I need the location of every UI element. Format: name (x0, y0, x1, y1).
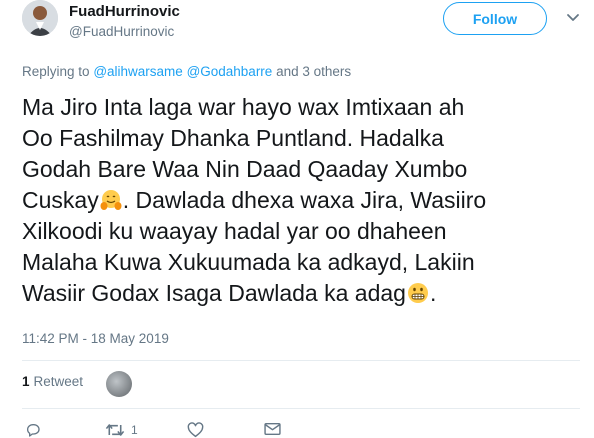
retweet-count: 1 (22, 374, 30, 389)
retweet-icon (105, 424, 125, 436)
follow-button[interactable]: Follow (443, 2, 547, 35)
reply-icon (27, 424, 40, 437)
user-handle[interactable]: @FuadHurrinovic (69, 24, 174, 39)
heart-icon (187, 422, 204, 438)
hugging-face-emoji-icon (100, 190, 122, 210)
retweeter-avatar[interactable] (106, 371, 132, 397)
display-name[interactable]: FuadHurrinovic (69, 3, 180, 20)
tweet-line: Oo Fashilmay Dhanka Puntland. Hadalka (22, 125, 444, 151)
mention-link-alihwarsame[interactable]: @alihwarsame (93, 64, 182, 79)
replying-others[interactable]: and 3 others (276, 64, 351, 79)
replying-to: Replying to @alihwarsame @Godahbarre and… (22, 64, 351, 79)
replying-prefix: Replying to (22, 64, 90, 79)
tweet-text-segment: Cuskay (22, 187, 99, 213)
tweet-line: Xilkoodi ku waayay hadal yar oo dhaheen (22, 218, 447, 244)
reply-button[interactable] (25, 422, 41, 438)
retweet-stats[interactable]: 1 Retweet (22, 374, 83, 389)
chevron-down-icon[interactable] (566, 13, 580, 23)
like-button[interactable] (187, 422, 204, 438)
tweet-text-segment: . (429, 280, 437, 306)
avatar[interactable] (22, 0, 58, 36)
grimacing-face-emoji-icon (407, 283, 428, 303)
tweet-line: Malaha Kuwa Xukuumada ka adkayd, Lakiin (22, 249, 475, 275)
tweet-line: Godah Bare Waa Nin Daad Qaaday Xumbo (22, 156, 468, 182)
tweet-timestamp[interactable]: 11:42 PM - 18 May 2019 (22, 331, 169, 346)
retweet-action-count: 1 (131, 423, 138, 437)
tweet-line: Ma Jiro Inta laga war hayo wax Imtixaan … (22, 94, 465, 120)
mention-link-godahbarre[interactable]: @Godahbarre (187, 64, 273, 79)
direct-message-button[interactable] (264, 422, 281, 436)
tweet-text-segment: Wasiir Godax Isaga Dawlada ka adag (22, 280, 406, 306)
retweet-label: Retweet (33, 374, 84, 389)
tweet-text: Ma Jiro Inta laga war hayo wax Imtixaan … (22, 92, 582, 309)
divider (22, 360, 580, 361)
retweet-button[interactable]: 1 (105, 422, 138, 438)
tweet-line: Cuskay . Dawlada dhexa waxa Jira, Wasiir… (22, 185, 582, 216)
envelope-icon (264, 422, 281, 436)
tweet-line: Wasiir Godax Isaga Dawlada ka adag . (22, 278, 582, 309)
tweet-text-segment: . Dawlada dhexa waxa Jira, Wasiiro (122, 187, 487, 213)
divider (22, 408, 580, 409)
